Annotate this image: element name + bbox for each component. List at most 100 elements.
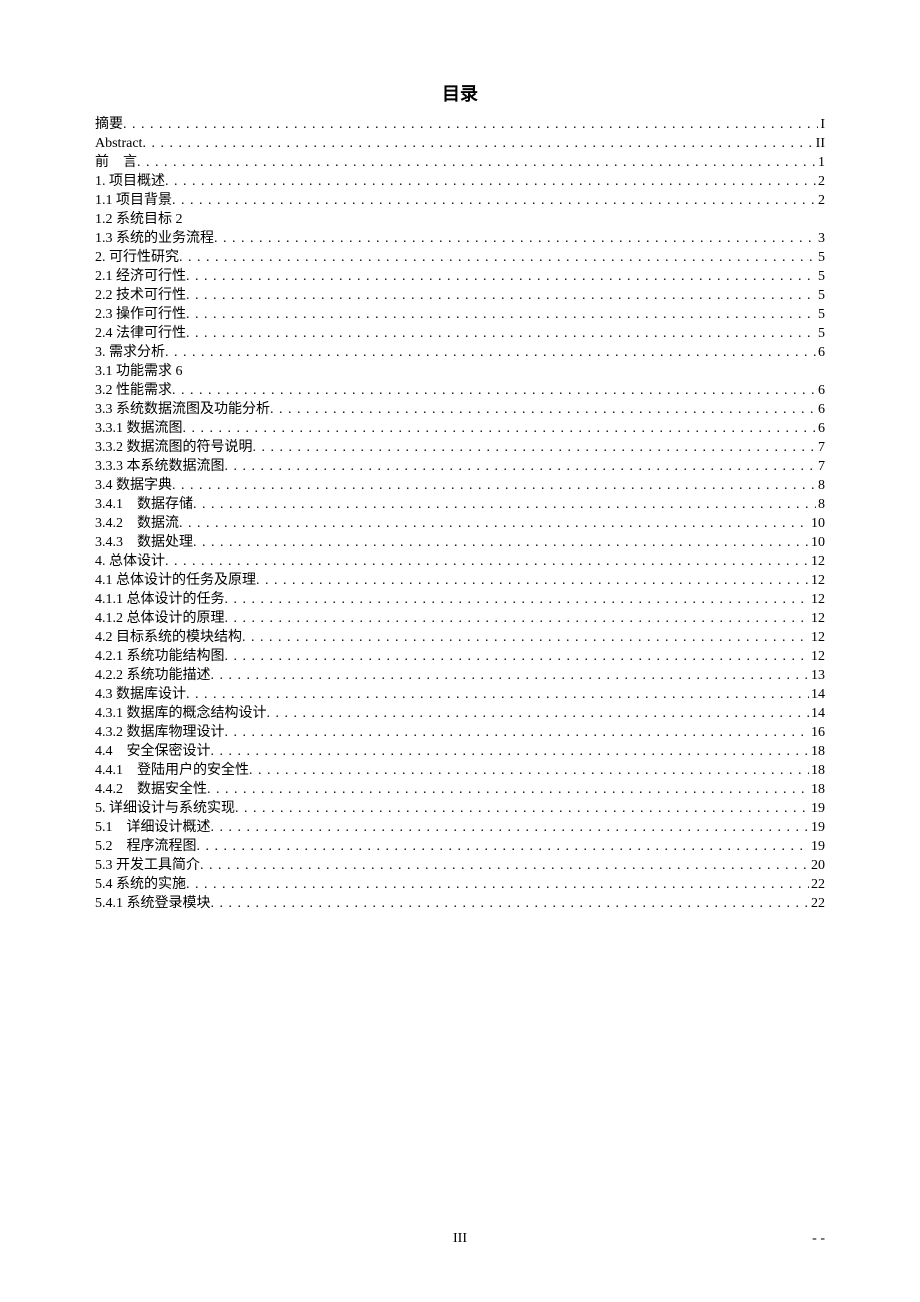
toc-entry: 2.2 技术可行性 . . . . . . . . . . . . . . . … bbox=[95, 289, 825, 303]
toc-leader-dots: . . . . . . . . . . . . . . . . . . . . … bbox=[142, 137, 813, 151]
toc-entry-page: 19 bbox=[809, 821, 825, 835]
toc-entry-label: 1. 项目概述 bbox=[95, 175, 165, 189]
toc-entry-page: 1 bbox=[816, 156, 825, 170]
toc-entry: 2.3 操作可行性 . . . . . . . . . . . . . . . … bbox=[95, 308, 825, 322]
toc-entry-label: 3.4.1 数据存储 bbox=[95, 498, 193, 512]
toc-entry: 4. 总体设计 . . . . . . . . . . . . . . . . … bbox=[95, 555, 825, 569]
toc-leader-dots: . . . . . . . . . . . . . . . . . . . . … bbox=[186, 327, 816, 341]
toc-entry-page: 5 bbox=[816, 327, 825, 341]
toc-entry-label: 3.3 系统数据流图及功能分析 bbox=[95, 403, 270, 417]
toc-entry-page: 12 bbox=[809, 574, 825, 588]
toc-entry-label: 前 言 bbox=[95, 156, 137, 170]
toc-entry-label: 3.1 功能需求 6 bbox=[95, 365, 183, 379]
toc-entry-page: 2 bbox=[816, 194, 825, 208]
toc-entry-label: 4.2 目标系统的模块结构 bbox=[95, 631, 242, 645]
toc-entry: 1.2 系统目标 2 . . . . . . . . . . . . . . .… bbox=[95, 213, 825, 227]
toc-heading: 目录 bbox=[95, 80, 825, 106]
toc-leader-dots: . . . . . . . . . . . . . . . . . . . . … bbox=[225, 593, 810, 607]
toc-entry-page: 5 bbox=[816, 270, 825, 284]
toc-entry-page: 22 bbox=[809, 878, 825, 892]
table-of-contents: 摘要 . . . . . . . . . . . . . . . . . . .… bbox=[95, 118, 825, 911]
toc-entry-label: 4.1.2 总体设计的原理 bbox=[95, 612, 225, 626]
toc-entry: 3.1 功能需求 6 . . . . . . . . . . . . . . .… bbox=[95, 365, 825, 379]
toc-entry-label: 4.2.1 系统功能结构图 bbox=[95, 650, 225, 664]
toc-entry-label: 4.3 数据库设计 bbox=[95, 688, 186, 702]
toc-entry: 5.3 开发工具简介 . . . . . . . . . . . . . . .… bbox=[95, 859, 825, 873]
toc-leader-dots: . . . . . . . . . . . . . . . . . . . . … bbox=[179, 517, 809, 531]
toc-leader-dots: . . . . . . . . . . . . . . . . . . . . … bbox=[186, 688, 809, 702]
toc-entry-label: 2.4 法律可行性 bbox=[95, 327, 186, 341]
toc-entry-page: 10 bbox=[809, 536, 825, 550]
toc-entry-label: 4.1.1 总体设计的任务 bbox=[95, 593, 225, 607]
toc-entry: 3.4.2 数据流 . . . . . . . . . . . . . . . … bbox=[95, 517, 825, 531]
toc-leader-dots: . . . . . . . . . . . . . . . . . . . . … bbox=[183, 422, 817, 436]
toc-entry-label: 2.3 操作可行性 bbox=[95, 308, 186, 322]
toc-leader-dots: . . . . . . . . . . . . . . . . . . . . … bbox=[225, 726, 810, 740]
toc-entry-page: 5 bbox=[816, 289, 825, 303]
toc-entry-label: 4.3.2 数据库物理设计 bbox=[95, 726, 225, 740]
toc-entry: 3.2 性能需求 . . . . . . . . . . . . . . . .… bbox=[95, 384, 825, 398]
toc-entry-page: 6 bbox=[816, 422, 825, 436]
toc-entry: 4.2.1 系统功能结构图 . . . . . . . . . . . . . … bbox=[95, 650, 825, 664]
toc-leader-dots: . . . . . . . . . . . . . . . . . . . . … bbox=[186, 270, 816, 284]
toc-entry: 4.1.2 总体设计的原理 . . . . . . . . . . . . . … bbox=[95, 612, 825, 626]
toc-entry-label: 1.2 系统目标 2 bbox=[95, 213, 183, 227]
toc-entry-label: 4.4.2 数据安全性 bbox=[95, 783, 207, 797]
toc-entry: 4.3 数据库设计 . . . . . . . . . . . . . . . … bbox=[95, 688, 825, 702]
toc-leader-dots: . . . . . . . . . . . . . . . . . . . . … bbox=[165, 175, 816, 189]
toc-entry: 1.1 项目背景 . . . . . . . . . . . . . . . .… bbox=[95, 194, 825, 208]
toc-entry: 5. 详细设计与系统实现 . . . . . . . . . . . . . .… bbox=[95, 802, 825, 816]
toc-entry: 摘要 . . . . . . . . . . . . . . . . . . .… bbox=[95, 118, 825, 132]
toc-entry: 1. 项目概述 . . . . . . . . . . . . . . . . … bbox=[95, 175, 825, 189]
toc-entry-label: Abstract bbox=[95, 137, 142, 151]
toc-entry: 4.3.2 数据库物理设计 . . . . . . . . . . . . . … bbox=[95, 726, 825, 740]
toc-leader-dots: . . . . . . . . . . . . . . . . . . . . … bbox=[211, 669, 810, 683]
toc-entry-label: 3.4 数据字典 bbox=[95, 479, 172, 493]
toc-leader-dots: . . . . . . . . . . . . . . . . . . . . … bbox=[165, 346, 816, 360]
toc-leader-dots: . . . . . . . . . . . . . . . . . . . . … bbox=[225, 612, 810, 626]
toc-entry-page: 12 bbox=[809, 593, 825, 607]
toc-entry-page: 18 bbox=[809, 764, 825, 778]
toc-entry: 3.3.1 数据流图 . . . . . . . . . . . . . . .… bbox=[95, 422, 825, 436]
toc-leader-dots: . . . . . . . . . . . . . . . . . . . . … bbox=[242, 631, 809, 645]
toc-entry-label: 4.4.1 登陆用户的安全性 bbox=[95, 764, 249, 778]
toc-entry-label: 2. 可行性研究 bbox=[95, 251, 179, 265]
toc-entry: 3.4 数据字典 . . . . . . . . . . . . . . . .… bbox=[95, 479, 825, 493]
toc-entry-page: 3 bbox=[816, 232, 825, 246]
toc-entry-page: 20 bbox=[809, 859, 825, 873]
toc-entry-page: 7 bbox=[816, 441, 825, 455]
toc-entry-page: 6 bbox=[816, 384, 825, 398]
toc-leader-dots: . . . . . . . . . . . . . . . . . . . . … bbox=[249, 764, 809, 778]
toc-entry-page: 19 bbox=[809, 840, 825, 854]
toc-entry-label: 3.3.1 数据流图 bbox=[95, 422, 183, 436]
toc-entry-page: 13 bbox=[809, 669, 825, 683]
toc-entry: 1.3 系统的业务流程 . . . . . . . . . . . . . . … bbox=[95, 232, 825, 246]
toc-entry: 5.4.1 系统登录模块 . . . . . . . . . . . . . .… bbox=[95, 897, 825, 911]
toc-entry-label: 1.3 系统的业务流程 bbox=[95, 232, 214, 246]
toc-entry-page: 12 bbox=[809, 631, 825, 645]
toc-entry-page: 6 bbox=[816, 346, 825, 360]
toc-entry-page: 12 bbox=[809, 612, 825, 626]
toc-leader-dots: . . . . . . . . . . . . . . . . . . . . … bbox=[193, 498, 816, 512]
toc-entry-label: 4. 总体设计 bbox=[95, 555, 165, 569]
toc-entry-page: 6 bbox=[816, 403, 825, 417]
toc-entry-page: 19 bbox=[809, 802, 825, 816]
toc-entry: 4.4.1 登陆用户的安全性 . . . . . . . . . . . . .… bbox=[95, 764, 825, 778]
toc-leader-dots: . . . . . . . . . . . . . . . . . . . . … bbox=[225, 650, 810, 664]
toc-leader-dots: . . . . . . . . . . . . . . . . . . . . … bbox=[186, 308, 816, 322]
toc-entry: 4.4 安全保密设计 . . . . . . . . . . . . . . .… bbox=[95, 745, 825, 759]
toc-entry-label: 摘要 bbox=[95, 118, 123, 132]
toc-leader-dots: . . . . . . . . . . . . . . . . . . . . … bbox=[211, 745, 810, 759]
toc-entry: 5.1 详细设计概述 . . . . . . . . . . . . . . .… bbox=[95, 821, 825, 835]
toc-entry-page: 8 bbox=[816, 498, 825, 512]
toc-entry-page: 2 bbox=[816, 175, 825, 189]
toc-entry-label: 3.4.3 数据处理 bbox=[95, 536, 193, 550]
toc-entry: 2.1 经济可行性 . . . . . . . . . . . . . . . … bbox=[95, 270, 825, 284]
toc-entry-label: 3.3.2 数据流图的符号说明 bbox=[95, 441, 253, 455]
toc-entry-page: 10 bbox=[809, 517, 825, 531]
toc-entry: 4.1 总体设计的任务及原理 . . . . . . . . . . . . .… bbox=[95, 574, 825, 588]
toc-leader-dots: . . . . . . . . . . . . . . . . . . . . … bbox=[123, 118, 818, 132]
toc-leader-dots: . . . . . . . . . . . . . . . . . . . . … bbox=[172, 479, 816, 493]
toc-entry-label: 5.2 程序流程图 bbox=[95, 840, 197, 854]
toc-entry: 前 言 . . . . . . . . . . . . . . . . . . … bbox=[95, 156, 825, 170]
